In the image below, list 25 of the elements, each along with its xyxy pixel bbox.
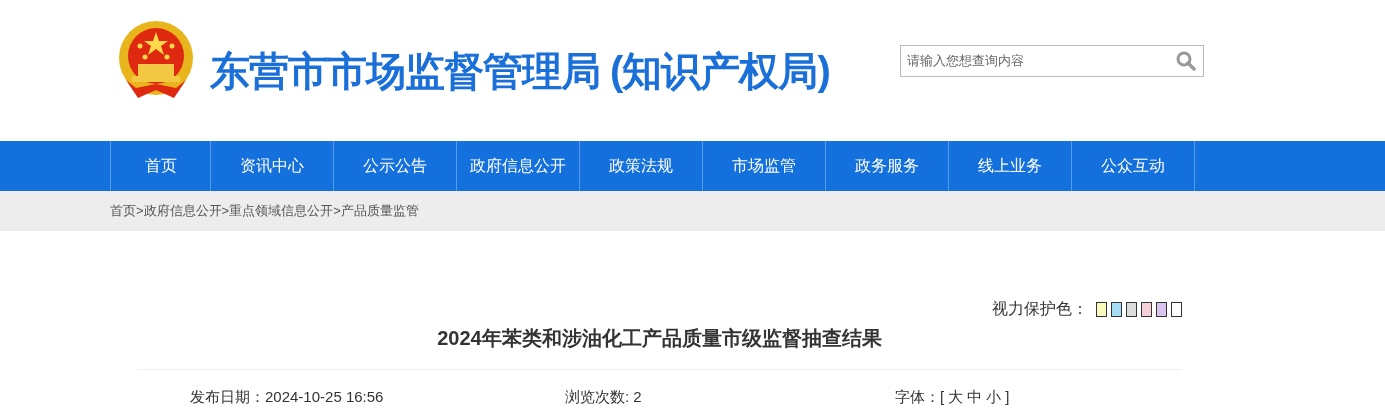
view-count: 浏览次数: 2 [565, 388, 642, 405]
search-icon[interactable] [1176, 50, 1197, 71]
breadcrumb-link[interactable]: 重点领域信息公开 [229, 201, 334, 221]
font-size-link[interactable]: 小 [986, 386, 1002, 409]
color-swatch[interactable] [1141, 301, 1152, 317]
font-size-bracket: ] [1005, 387, 1010, 407]
breadcrumb-link[interactable]: 政府信息公开 [143, 201, 222, 221]
color-swatch[interactable] [1156, 301, 1167, 317]
search-field[interactable]: 请输入您想查询内容 [900, 44, 1205, 77]
eye-care-label: 视力保护色： [992, 299, 1088, 319]
color-swatch[interactable] [1111, 301, 1122, 317]
article-title: 2024年苯类和涉油化工产品质量市级监督抽查结果 [137, 323, 1182, 370]
color-swatch[interactable] [1126, 301, 1137, 317]
breadcrumb-link[interactable]: 首页 [110, 201, 136, 221]
color-swatch[interactable] [1096, 301, 1107, 317]
color-swatch[interactable] [1171, 301, 1182, 317]
breadcrumb-separator: > [333, 202, 341, 221]
site-title: 东营市市场监督管理局 (知识产权局) [210, 47, 830, 95]
breadcrumb-link[interactable]: 产品质量监管 [340, 201, 419, 221]
publish-date: 发布日期：2024-10-25 16:56 [190, 388, 384, 405]
breadcrumb-separator: > [221, 202, 230, 221]
font-size-link[interactable]: 大 [948, 386, 964, 409]
breadcrumb-separator: > [136, 202, 144, 221]
font-size-label: 字体：[ [895, 387, 945, 407]
font-size-link[interactable]: 中 [967, 386, 983, 409]
